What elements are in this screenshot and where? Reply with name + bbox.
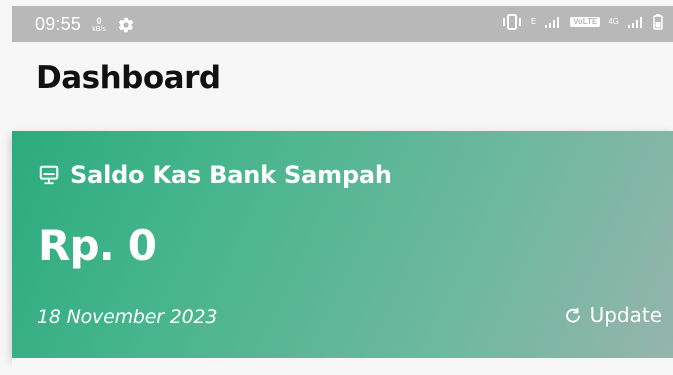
content-background xyxy=(12,358,673,375)
update-button[interactable]: Update xyxy=(564,303,662,327)
balance-date: 18 November 2023 xyxy=(37,306,218,328)
balance-amount: Rp. 0 xyxy=(38,221,157,270)
header: Dashboard xyxy=(12,42,673,128)
page-title: Dashboard xyxy=(36,60,221,96)
battery-icon xyxy=(653,14,663,30)
status-time: 09:55 xyxy=(35,14,82,34)
sim1-label: E xyxy=(530,17,537,26)
monitor-icon xyxy=(39,165,59,185)
status-bar: 09:55 0 kB/s E VoLTE 4G xyxy=(12,6,673,42)
gear-icon xyxy=(118,17,134,32)
data-speed-indicator: 0 kB/s xyxy=(91,16,107,34)
signal-icon-2 xyxy=(628,17,642,28)
signal-icon xyxy=(545,17,560,28)
balance-card: Saldo Kas Bank Sampah Rp. 0 18 November … xyxy=(12,131,673,358)
vibrate-icon xyxy=(502,14,521,30)
card-title-row: Saldo Kas Bank Sampah xyxy=(38,161,392,189)
volte-badge: VoLTE xyxy=(570,17,601,27)
network-label: 4G xyxy=(608,17,619,26)
card-title: Saldo Kas Bank Sampah xyxy=(70,161,392,189)
status-left: 09:55 0 kB/s xyxy=(35,14,135,35)
refresh-icon xyxy=(565,307,580,323)
data-speed-unit: kB/s xyxy=(92,25,106,33)
status-right: E VoLTE 4G xyxy=(501,14,663,30)
data-speed-value: 0 xyxy=(96,15,102,26)
update-label: Update xyxy=(589,303,662,327)
